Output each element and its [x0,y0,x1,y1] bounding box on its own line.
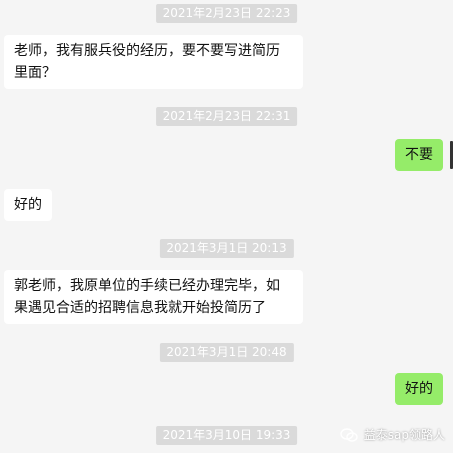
chat-window: 2021年2月23日 22:23 老师，我有服兵役的经历，要不要写进简历里面？ … [0,0,453,453]
outgoing-message[interactable]: 好的 [395,373,443,405]
timestamp: 2021年3月10日 19:33 [155,426,298,445]
watermark-text: 益泰sap领路人 [363,428,445,442]
timestamp: 2021年2月23日 22:23 [155,4,298,23]
timestamp: 2021年3月1日 20:13 [159,239,294,258]
wechat-icon [340,427,358,442]
timestamp: 2021年2月23日 22:31 [155,107,298,126]
timestamp: 2021年3月1日 20:48 [159,343,294,362]
watermark: 益泰sap领路人 [340,426,445,443]
outgoing-message[interactable]: 不要 [395,139,443,171]
incoming-message[interactable]: 郭老师，我原单位的手续已经办理完毕，如果遇见合适的招聘信息我就开始投简历了 [4,270,303,324]
incoming-message[interactable]: 老师，我有服兵役的经历，要不要写进简历里面？ [4,35,303,89]
incoming-message[interactable]: 好的 [4,189,52,221]
